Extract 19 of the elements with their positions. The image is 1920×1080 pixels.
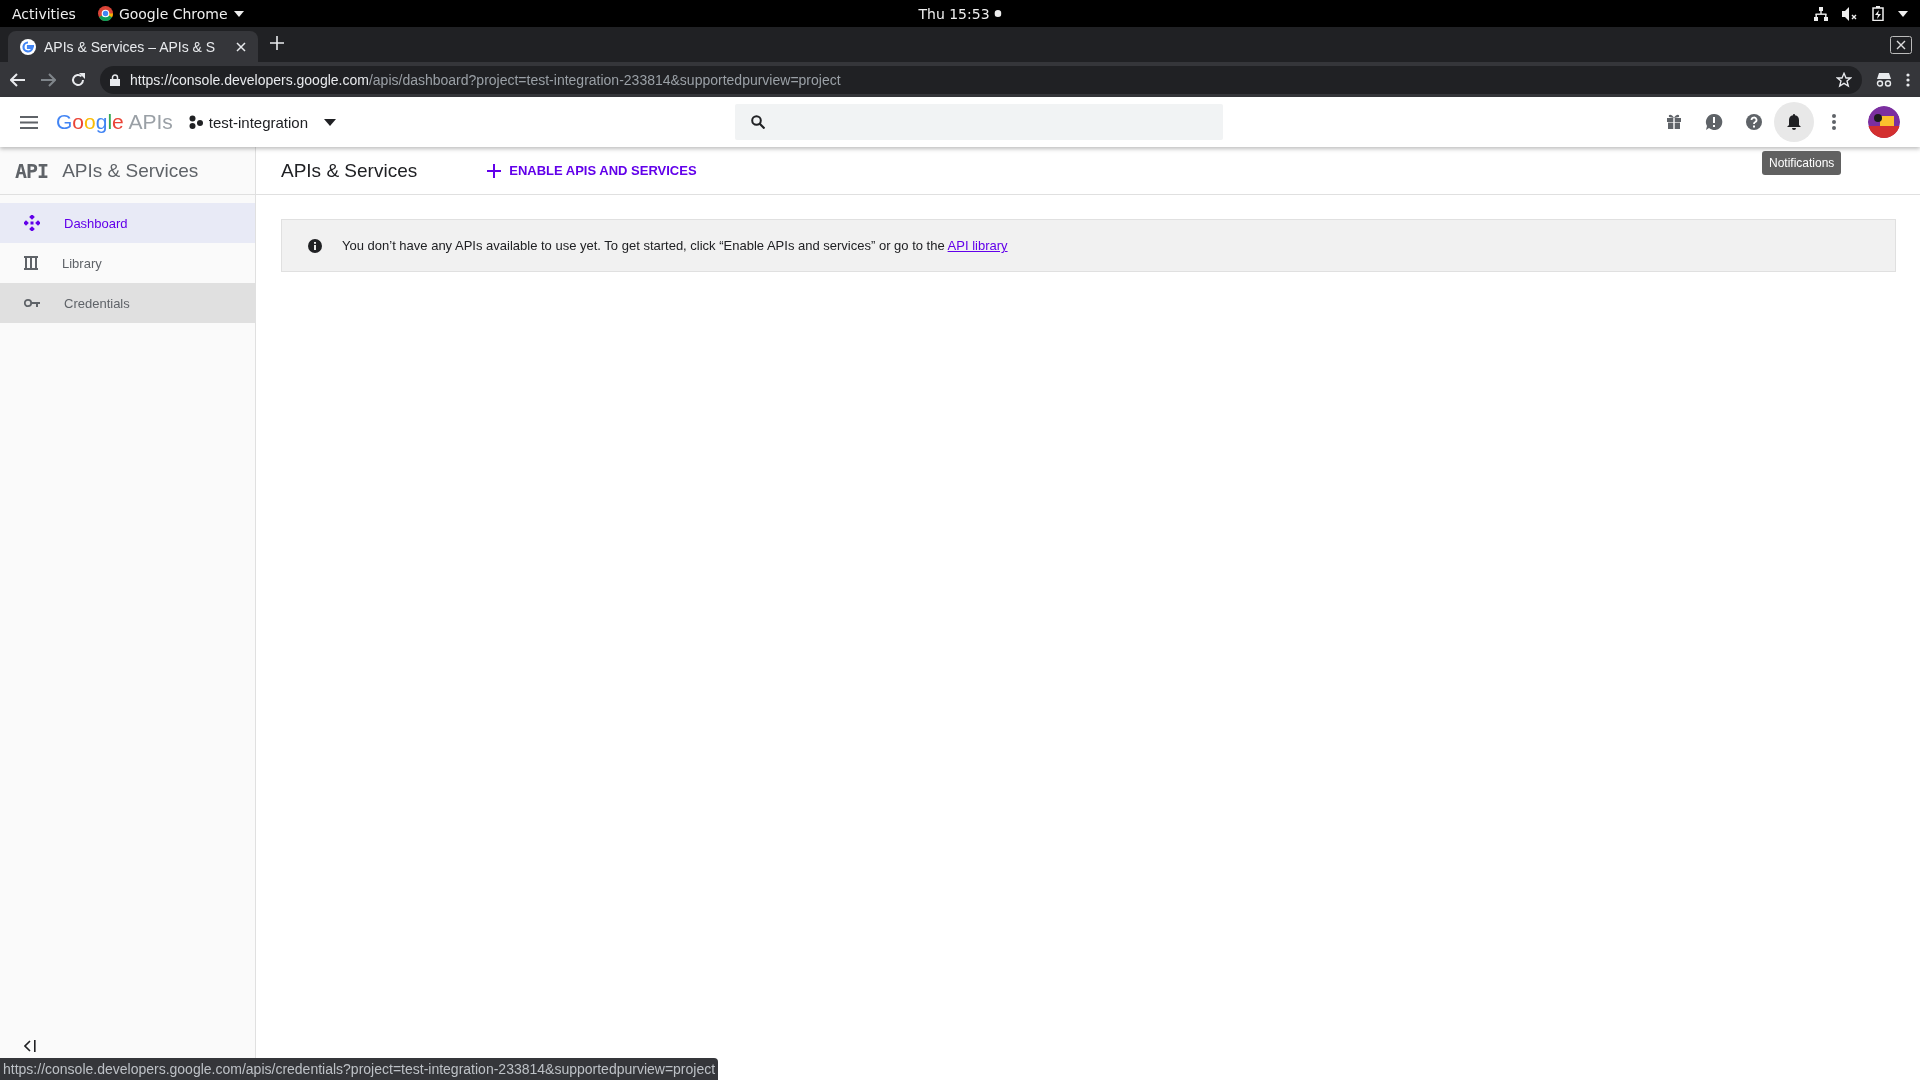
tooltip: Notifications	[1762, 151, 1842, 175]
address-bar[interactable]: https://console.developers.google.com/apis/dashboard?project=test-integration-233814&supportedpurview=project	[100, 65, 1862, 94]
logo[interactable]: Google APIs	[56, 110, 173, 134]
clock[interactable]: Thu 15:53	[918, 5, 990, 22]
activities-button[interactable]: Activities	[12, 5, 76, 22]
browser-tab[interactable]: APIs & Services – APIs & S	[8, 31, 258, 62]
project-selector[interactable]: test-integration	[188, 113, 337, 131]
app-menu-label[interactable]: Google Chrome	[118, 5, 228, 22]
api-label: API	[15, 158, 49, 183]
sidebar-item[interactable]: Library	[0, 243, 255, 283]
sidebar-item[interactable]: Credentials	[0, 283, 255, 323]
link-preview: https://console.developers.google.com/apis/credentials?project=test-integration-233814&supportedpurview=project	[0, 1058, 719, 1080]
api-library-link[interactable]: API library	[947, 238, 1008, 253]
sidebar-title: APIs & Services	[62, 159, 199, 182]
page-title: APIs & Services	[281, 159, 418, 182]
sidebar-item[interactable]: Dashboard	[0, 203, 255, 243]
info-message: You don’t have any APIs available to use yet. To get started, click “Enable APIs and services” or go to the API library	[342, 238, 1008, 253]
url-text: https://console.developers.google.com/apis/dashboard?project=test-integration-233814&supportedpurview=project	[130, 71, 841, 88]
enable-apis-button[interactable]: ENABLE APIS AND SERVICES	[481, 162, 703, 179]
